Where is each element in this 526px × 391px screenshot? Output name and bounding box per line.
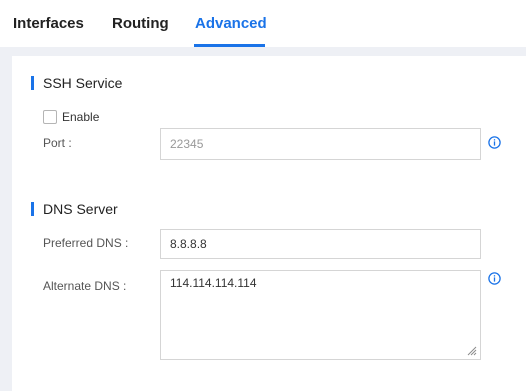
ssh-section-marker	[31, 76, 34, 90]
alternate-dns-label: Alternate DNS :	[43, 279, 127, 293]
resize-handle-icon[interactable]	[467, 346, 477, 356]
preferred-dns-label: Preferred DNS :	[43, 236, 129, 250]
tab-routing[interactable]: Routing	[112, 15, 169, 33]
tab-interfaces[interactable]: Interfaces	[13, 15, 84, 33]
alternate-dns-textarea[interactable]: 114.114.114.114	[160, 270, 481, 360]
ssh-enable-checkbox[interactable]	[43, 110, 57, 124]
settings-panel: SSH Service Enable Port : DNS Server Pre…	[12, 56, 526, 391]
ssh-enable-label[interactable]: Enable	[62, 110, 99, 124]
info-icon[interactable]	[488, 136, 501, 149]
ssh-section-title: SSH Service	[43, 75, 123, 91]
info-icon[interactable]	[488, 272, 501, 285]
dns-section-title: DNS Server	[43, 201, 118, 217]
tab-advanced[interactable]: Advanced	[195, 15, 267, 33]
tab-bar: Interfaces Routing Advanced	[0, 0, 526, 47]
tab-divider	[0, 47, 526, 56]
dns-section-marker	[31, 202, 34, 216]
port-label: Port :	[43, 136, 72, 150]
preferred-dns-input[interactable]	[160, 229, 481, 259]
port-input[interactable]	[160, 128, 481, 160]
